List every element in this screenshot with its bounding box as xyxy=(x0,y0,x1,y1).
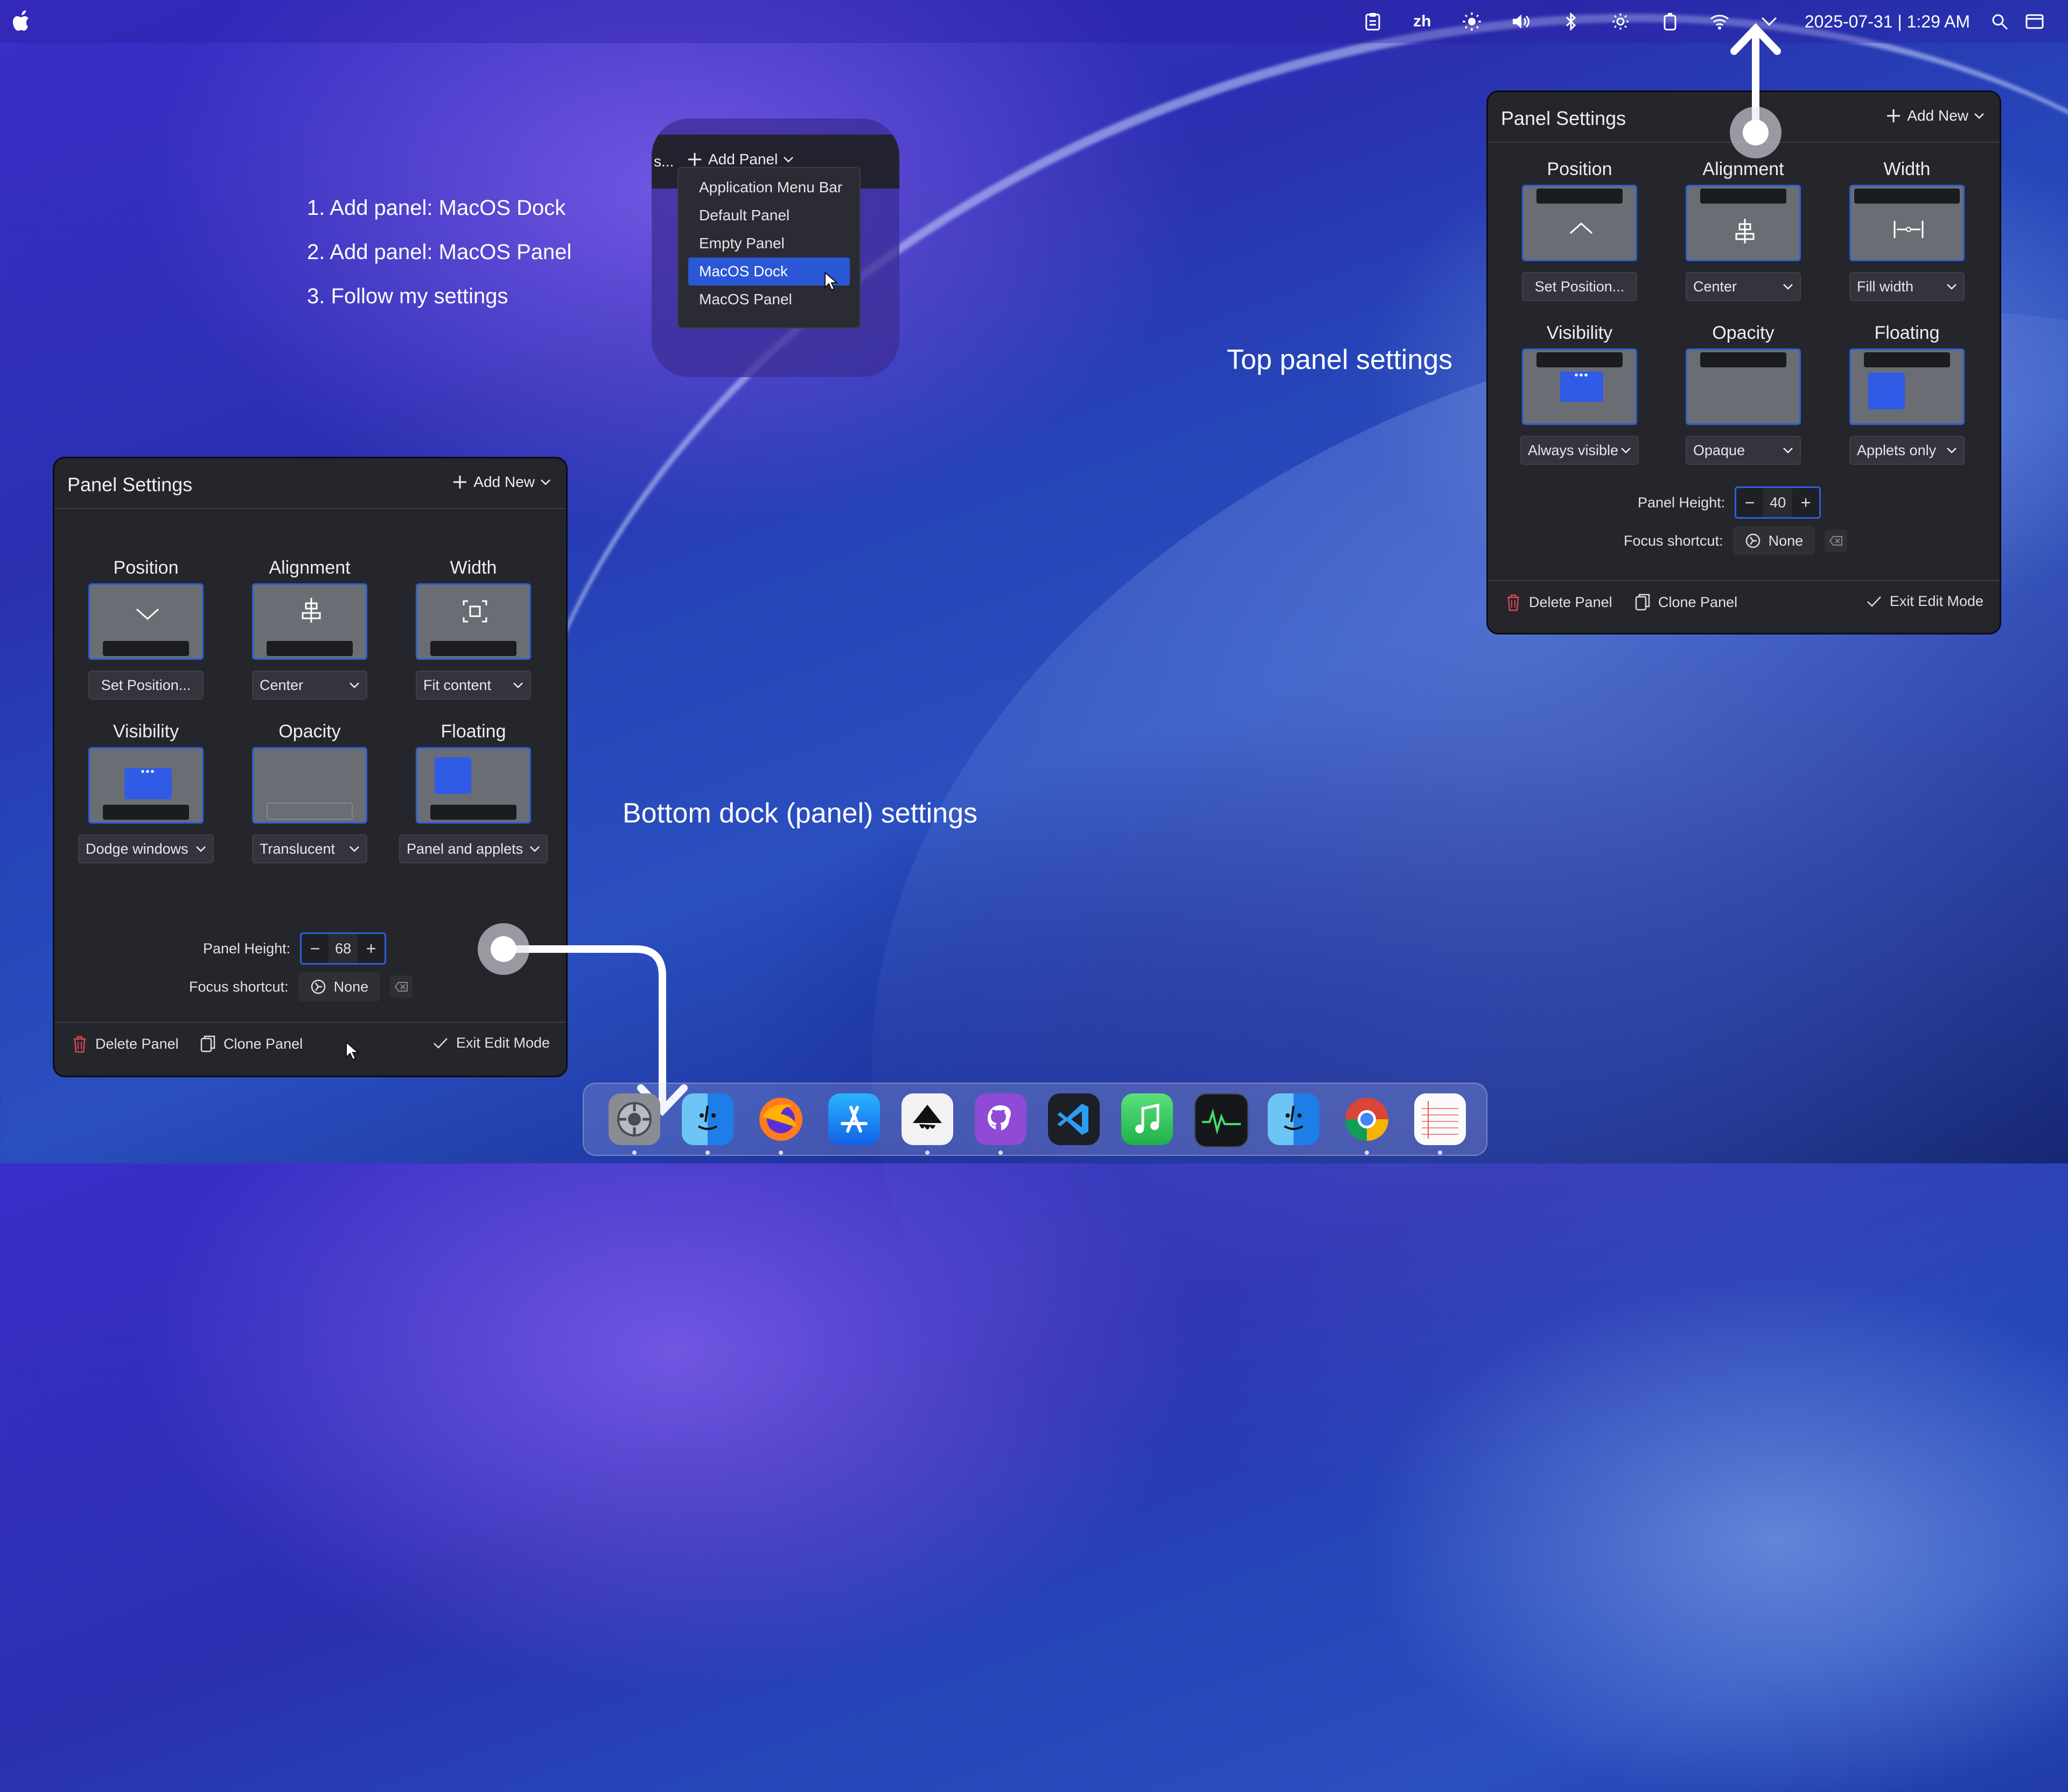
running-indicator xyxy=(925,1150,930,1155)
running-indicator xyxy=(1365,1150,1369,1155)
running-indicator xyxy=(998,1150,1003,1155)
app-store-icon[interactable] xyxy=(828,1093,880,1145)
annotation-arrows xyxy=(478,23,1781,1117)
github-icon[interactable] xyxy=(975,1093,1026,1145)
running-indicator xyxy=(1438,1150,1442,1155)
vscode-icon[interactable] xyxy=(1048,1093,1100,1145)
arrow-to-menubar xyxy=(1730,23,1781,158)
finder-alt-icon[interactable] xyxy=(1268,1093,1319,1145)
inkscape-icon[interactable] xyxy=(902,1093,953,1145)
system-settings-icon[interactable] xyxy=(609,1093,660,1145)
dock xyxy=(583,1083,1487,1156)
running-indicator xyxy=(705,1150,710,1155)
finder-icon[interactable] xyxy=(682,1093,733,1145)
music-icon[interactable] xyxy=(1121,1093,1173,1145)
firefox-icon[interactable] xyxy=(755,1093,807,1145)
textedit-icon[interactable] xyxy=(1414,1093,1466,1145)
chrome-icon[interactable] xyxy=(1341,1093,1393,1145)
activity-monitor-icon[interactable] xyxy=(1194,1093,1248,1147)
running-indicator xyxy=(779,1150,783,1155)
running-indicator xyxy=(632,1150,637,1155)
